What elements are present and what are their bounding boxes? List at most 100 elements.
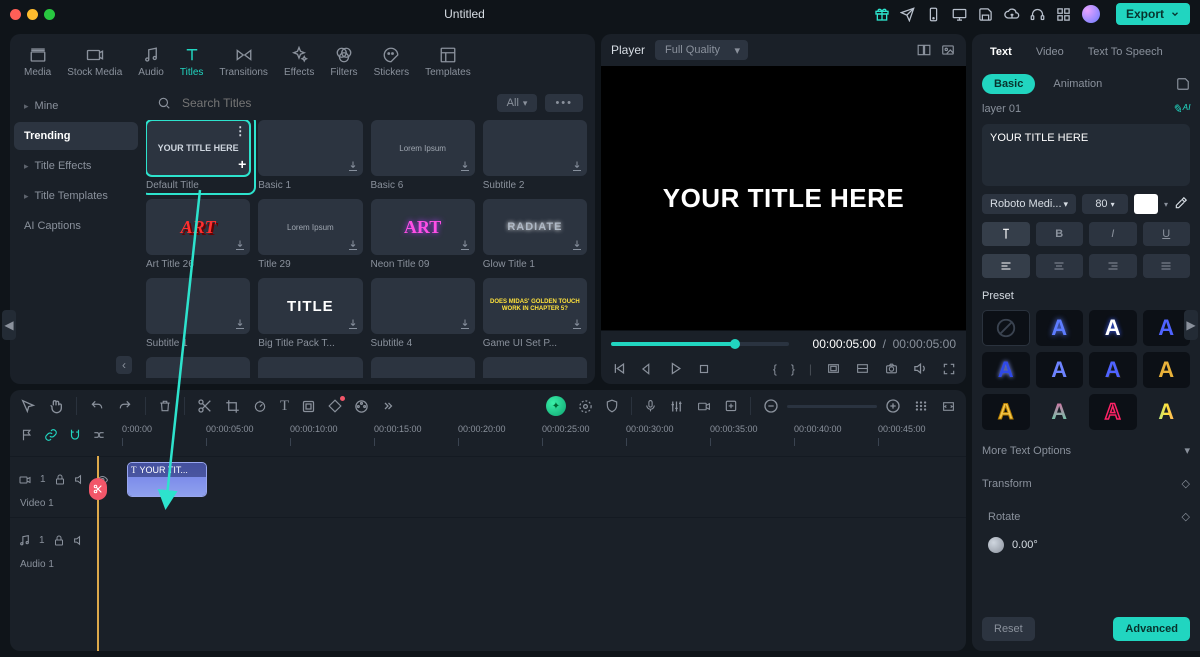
subtab-basic[interactable]: Basic [982,74,1035,94]
eyedropper-icon[interactable] [1174,196,1190,212]
inspector-tab-tts[interactable]: Text To Speech [1078,40,1173,64]
side-collapse[interactable]: ‹ [116,356,132,374]
align-left-button[interactable] [982,254,1030,278]
mute-icon[interactable] [73,534,86,547]
cat-mine[interactable]: ▸Mine [14,92,138,120]
marker-flag-icon[interactable] [18,426,36,444]
lock-icon[interactable] [53,534,65,547]
tab-stock-media[interactable]: Stock Media [61,40,128,86]
preset-item[interactable]: A [1143,394,1191,430]
cat-ai-captions[interactable]: AI Captions [14,212,138,240]
ai-text-icon[interactable]: ✎ᴬᴵ [1172,102,1190,116]
waveform-icon[interactable] [913,399,929,413]
underline-button[interactable]: U [1143,222,1191,246]
title-item[interactable]: YOUR TITLE HERE⋮+Default Title [146,120,250,191]
tab-filters[interactable]: Filters [324,40,363,86]
window-close[interactable] [10,9,21,20]
mixer-icon[interactable] [669,399,684,414]
preview-canvas[interactable]: YOUR TITLE HERE [601,66,966,330]
title-item[interactable]: Lorem IpsumTitle 29 [258,199,362,270]
mark-out-icon[interactable]: } [791,362,795,376]
title-item[interactable] [483,357,587,378]
auto-ripple-icon[interactable] [90,426,108,444]
title-item[interactable]: Basic 1 [258,120,362,191]
transform-section[interactable]: Transform◇ [982,471,1190,496]
record-icon[interactable] [696,400,712,413]
more-tools-icon[interactable] [381,400,395,412]
camera-icon[interactable] [884,362,899,375]
preset-item[interactable]: A [1089,352,1137,388]
mic-icon[interactable] [644,398,657,414]
preset-item[interactable]: A [1089,310,1137,346]
title-item[interactable]: DOES MIDAS' GOLDEN TOUCH WORK IN CHAPTER… [483,278,587,349]
send-icon[interactable] [900,6,916,22]
cat-title-templates[interactable]: ▸Title Templates [14,182,138,210]
link-icon[interactable] [42,426,60,444]
preset-none[interactable] [982,310,1030,346]
search-input[interactable] [180,95,489,111]
inspector-tab-video[interactable]: Video [1026,40,1074,64]
preset-item[interactable]: A [1089,394,1137,430]
title-item[interactable]: Lorem Ipsum [146,357,250,378]
marker-icon[interactable] [724,399,738,414]
tab-media[interactable]: Media [18,40,57,86]
window-minimize[interactable] [27,9,38,20]
avatar[interactable] [1082,5,1100,23]
tab-stickers[interactable]: Stickers [368,40,416,86]
cat-title-effects[interactable]: ▸Title Effects [14,152,138,180]
tab-titles[interactable]: Titles [174,40,210,86]
advanced-button[interactable]: Advanced [1113,617,1190,641]
align-justify-button[interactable] [1143,254,1191,278]
select-tool[interactable] [20,398,36,414]
preset-item[interactable]: A [1036,310,1084,346]
color-icon[interactable] [354,399,369,414]
more-text-options[interactable]: More Text Options▾ [982,438,1190,463]
filter-all[interactable]: All ▾ [497,94,538,112]
preset-item[interactable]: A [1036,352,1084,388]
preset-item[interactable]: A [1036,394,1084,430]
tab-templates[interactable]: Templates [419,40,477,86]
subtab-animation[interactable]: Animation [1041,74,1114,94]
title-item[interactable]: Subtitle 1 [146,278,250,349]
align-right-button[interactable] [1089,254,1137,278]
preset-item[interactable]: A [1143,310,1191,346]
font-color-swatch[interactable] [1134,194,1158,214]
save-icon[interactable] [978,6,994,22]
save-preset-icon[interactable] [1176,77,1190,91]
title-item[interactable]: ARTArt Title 26 [146,199,250,270]
title-item[interactable]: Subtitle 4 [371,278,475,349]
export-button[interactable]: Export [1116,3,1190,25]
aspect-icon[interactable] [826,362,841,375]
window-zoom[interactable] [44,9,55,20]
grid-options[interactable]: ••• [545,94,583,112]
to-start-icon[interactable] [611,361,626,376]
volume-icon[interactable] [913,361,928,376]
shield-icon[interactable] [605,398,619,414]
collapse-right[interactable]: ▶ [1184,310,1198,340]
align-center-button[interactable] [1036,254,1084,278]
title-text-input[interactable] [982,124,1190,186]
cloud-icon[interactable] [1004,6,1020,22]
preset-item[interactable]: A [982,352,1030,388]
text-icon[interactable]: T [280,398,289,415]
magnet-icon[interactable] [66,426,84,444]
title-item[interactable]: INK TITLE [258,357,362,378]
title-item[interactable]: Lorem IpsumBasic 6 [371,120,475,191]
hand-tool[interactable] [48,398,64,414]
playback-progress[interactable] [611,342,789,346]
italic-button[interactable]: I [1089,222,1137,246]
lock-icon[interactable] [54,473,66,486]
preset-item[interactable]: A [982,394,1030,430]
zoom-slider[interactable] [787,405,877,408]
undo-icon[interactable] [89,399,105,413]
inspector-tab-text[interactable]: Text [980,40,1022,64]
speed-icon[interactable] [252,399,268,413]
font-select[interactable]: Roboto Medi...▾ [982,194,1076,214]
gift-icon[interactable] [874,6,890,22]
title-item[interactable]: ARTNeon Title 09 [371,199,475,270]
keyframe-icon[interactable] [328,399,342,413]
canvas-title-text[interactable]: YOUR TITLE HERE [663,183,905,214]
fit-icon[interactable] [941,400,956,413]
tab-transitions[interactable]: Transitions [213,40,274,86]
zoom-in-icon[interactable] [885,398,901,414]
